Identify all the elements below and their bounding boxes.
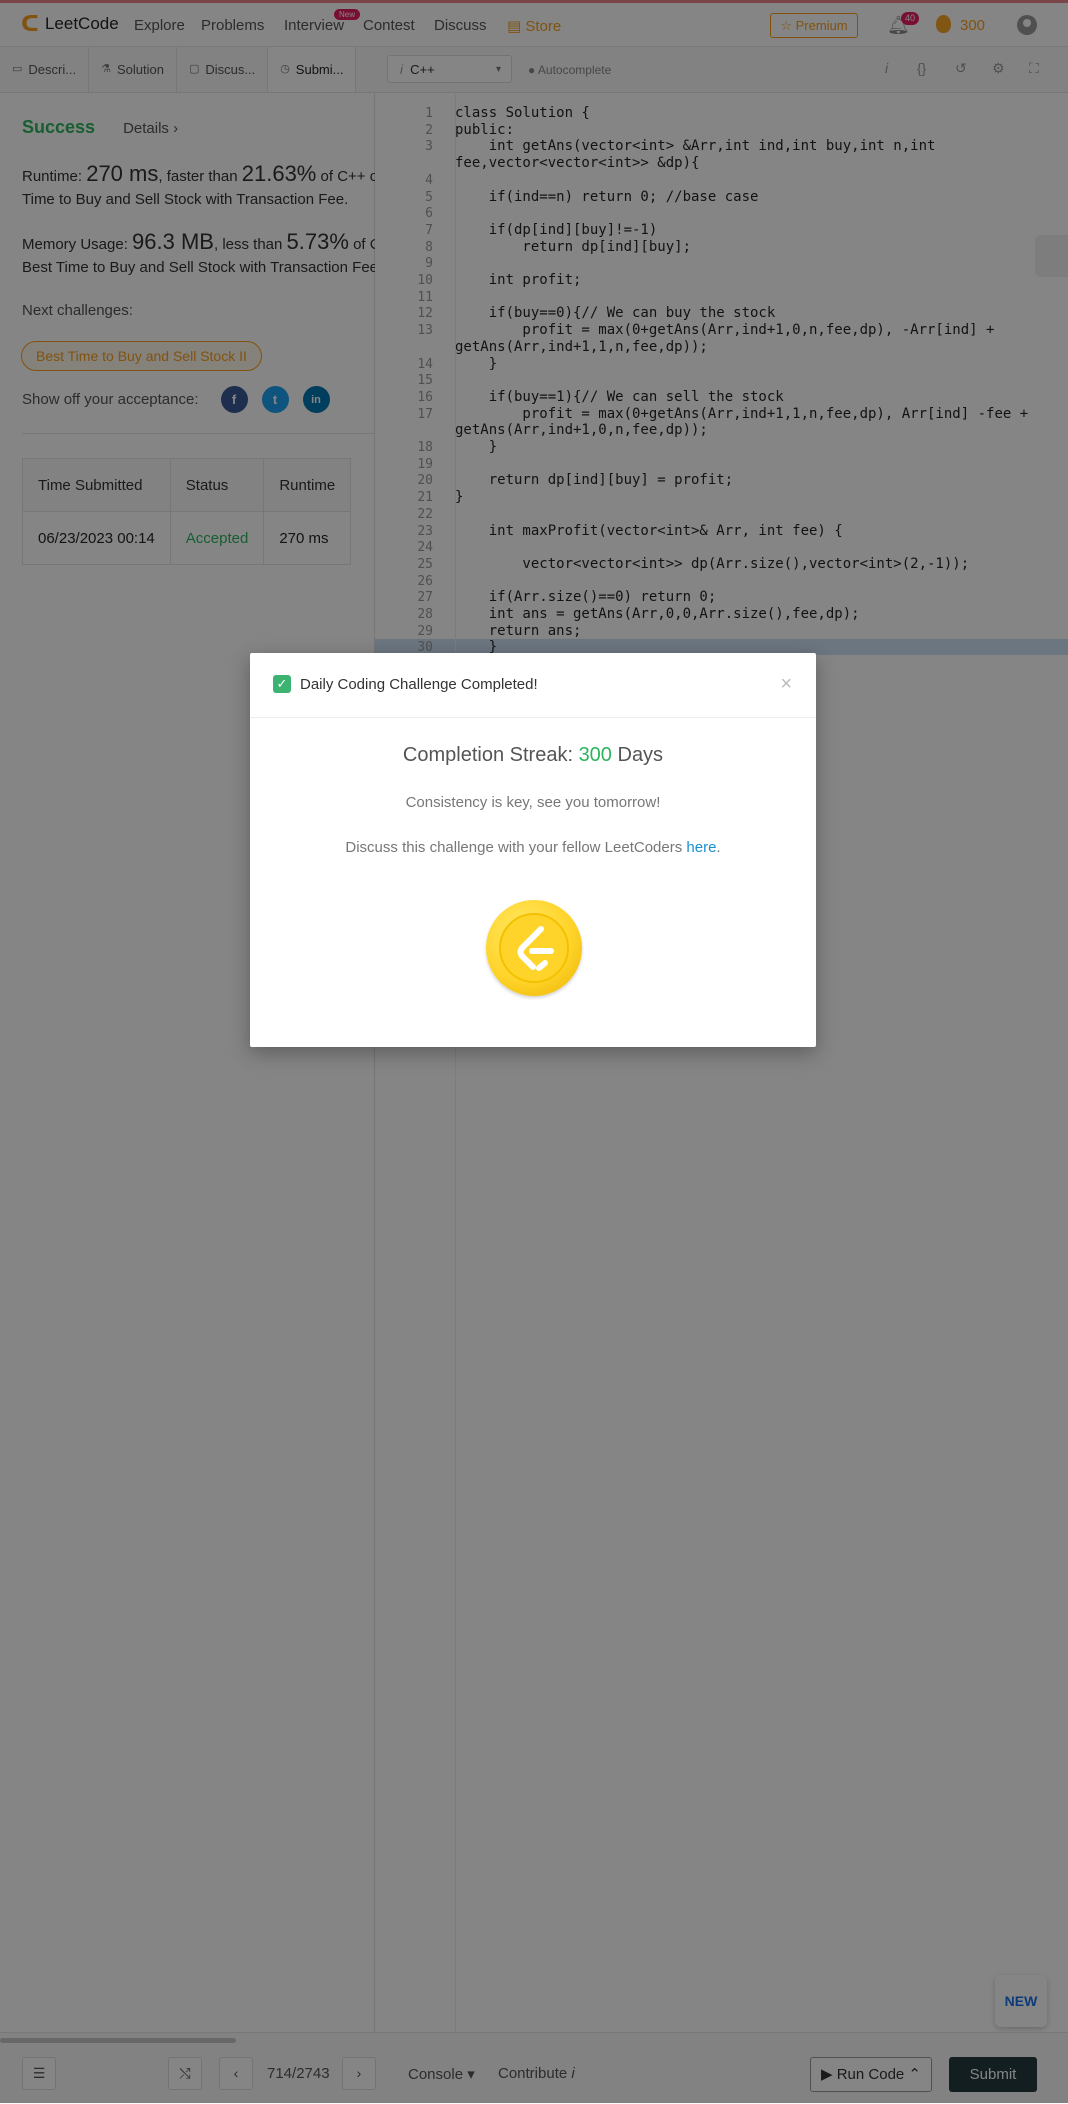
modal-header: ✓ Daily Coding Challenge Completed! × [250,653,816,718]
checkmark-icon: ✓ [273,675,291,693]
streak-prefix: Completion Streak: [402,744,579,766]
challenge-completed-modal: ✓ Daily Coding Challenge Completed! × Co… [250,653,816,1047]
modal-title: Daily Coding Challenge Completed! [300,676,538,693]
close-icon[interactable]: × [780,673,792,696]
completion-streak: Completion Streak: 300 Days [250,744,816,767]
leetcode-logo-icon [517,926,554,971]
discuss-here-link[interactable]: here [686,839,716,856]
streak-suffix: Days [611,744,664,766]
consistency-message: Consistency is key, see you tomorrow! [405,794,661,811]
gold-leetcode-coin-icon [486,900,582,996]
modal-overlay[interactable] [0,0,1068,2103]
discuss-message: Discuss this challenge with your fellow … [250,839,816,856]
coin-inner [499,913,569,983]
streak-value: 300 [578,744,612,766]
discuss-suffix: . [716,839,721,856]
discuss-prefix: Discuss this challenge with your fellow … [345,839,687,856]
